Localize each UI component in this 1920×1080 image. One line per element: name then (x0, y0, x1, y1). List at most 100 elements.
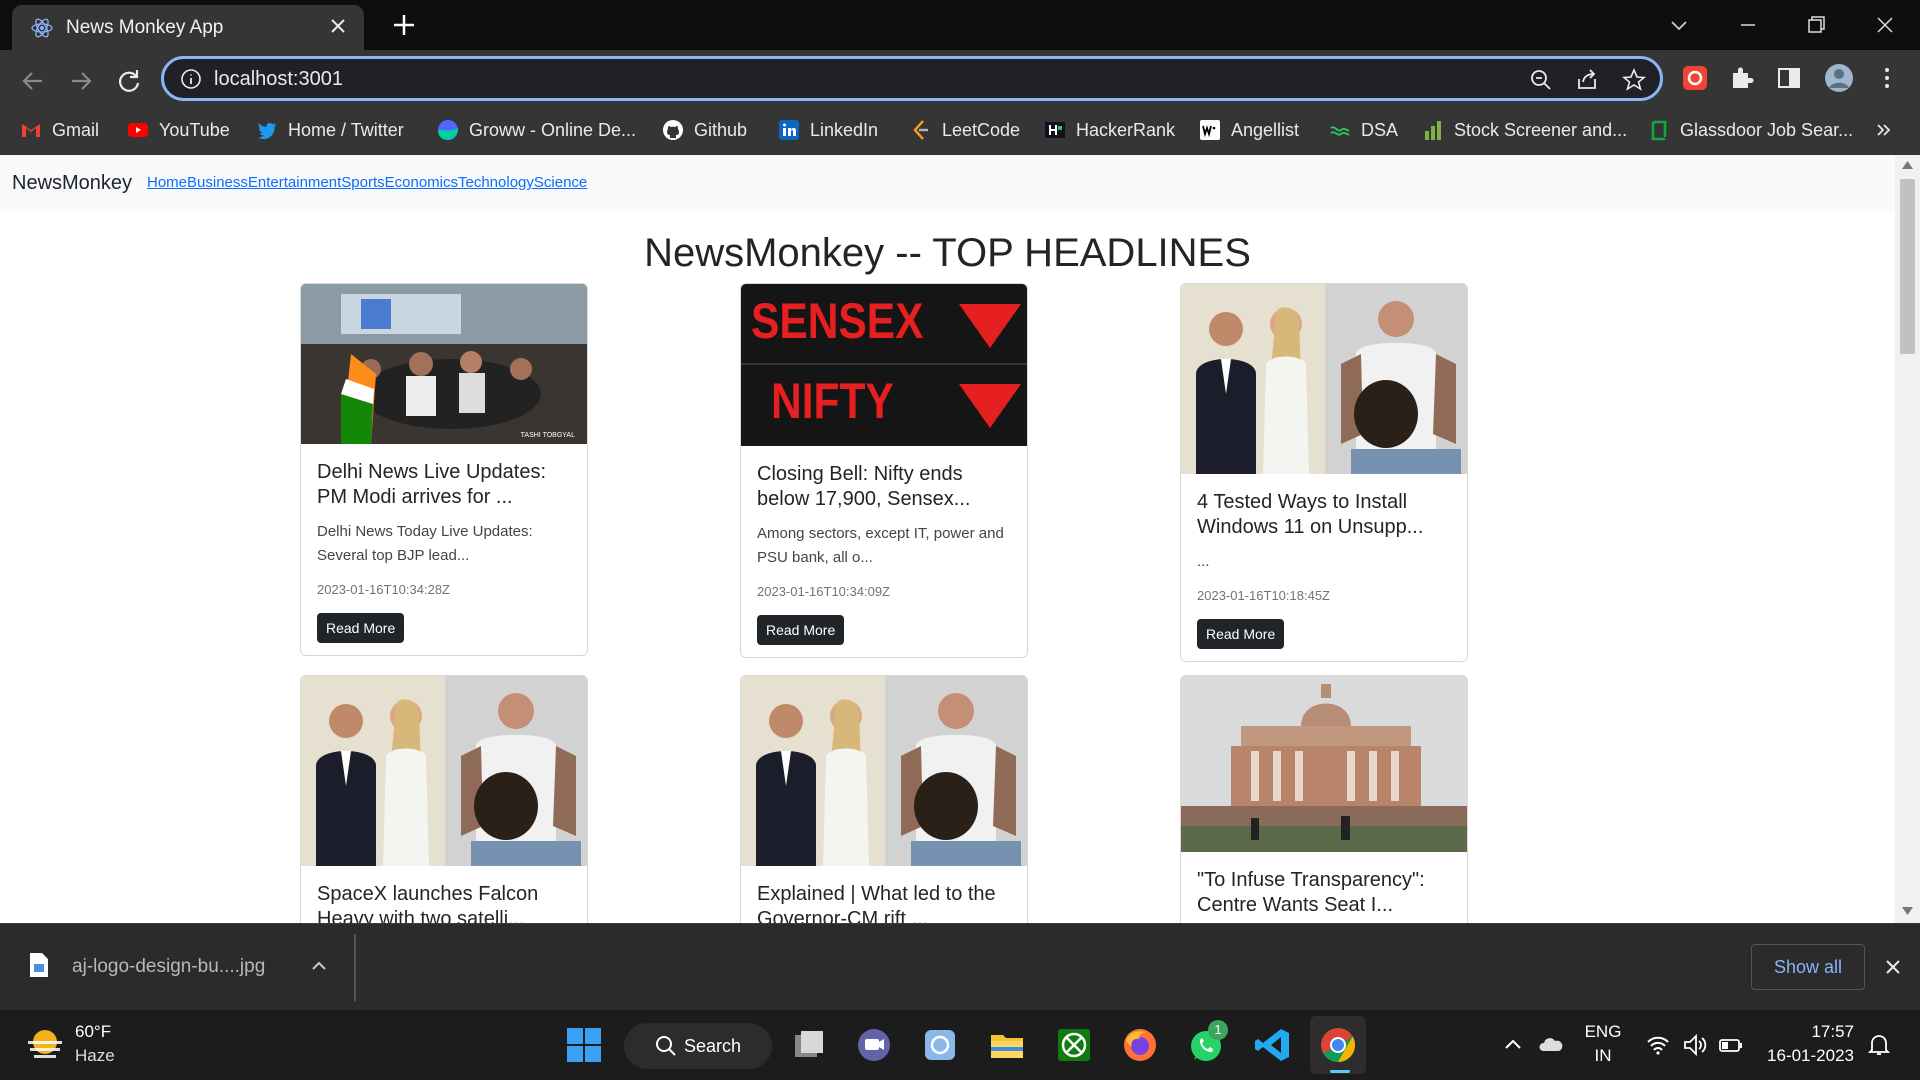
minimize-icon[interactable] (1733, 10, 1763, 40)
taskbar-search[interactable]: Search (624, 1023, 772, 1069)
chevron-up-icon[interactable] (1500, 1032, 1526, 1058)
bookmark-gmail[interactable]: Gmail (20, 116, 99, 144)
site-info-icon[interactable] (180, 68, 202, 90)
page-scrollbar[interactable] (1895, 155, 1920, 923)
page-viewport: NewsMonkey Home Business Entertainment S… (0, 155, 1920, 923)
scroll-down-icon[interactable] (1902, 907, 1913, 915)
firefox-icon[interactable] (1120, 1025, 1160, 1065)
teams-chat-icon[interactable] (854, 1025, 894, 1065)
bookmark-label: LinkedIn (810, 119, 879, 140)
news-image: SENSEX NIFTY (741, 284, 1027, 446)
extension-red-icon[interactable] (1680, 63, 1710, 93)
tab-search-icon[interactable] (1664, 10, 1694, 40)
nav-link-business[interactable]: Business (187, 174, 248, 191)
language-region[interactable]: IN (1582, 1046, 1624, 1066)
nav-link-economics[interactable]: Economics (385, 174, 458, 191)
windows-taskbar: 60°F Haze Search 1 ENG IN 17:57 16-01-20… (0, 1010, 1920, 1080)
new-tab-icon[interactable] (390, 11, 418, 39)
close-window-icon[interactable] (1870, 10, 1900, 40)
twitter-icon (258, 123, 276, 140)
navbar-brand[interactable]: NewsMonkey (12, 172, 132, 195)
bookmark-hackerrank[interactable]: HackerRank (1044, 116, 1175, 144)
vscode-icon[interactable] (1253, 1025, 1293, 1065)
extensions-puzzle-icon[interactable] (1727, 63, 1757, 93)
bookmark-dsa[interactable]: DSA (1329, 116, 1398, 144)
notification-bell-icon[interactable] (1866, 1032, 1892, 1058)
browser-tab[interactable]: News Monkey App (12, 5, 364, 50)
clock-time[interactable]: 17:57 (1762, 1022, 1854, 1042)
bookmark-stock-screener[interactable]: Stock Screener and... (1422, 116, 1627, 144)
volume-icon[interactable] (1682, 1032, 1708, 1058)
nav-link-science[interactable]: Science (534, 174, 587, 191)
address-bar[interactable]: localhost:3001 (161, 56, 1663, 101)
restore-icon[interactable] (1801, 10, 1831, 40)
weather-temperature[interactable]: 60°F (75, 1022, 111, 1042)
read-more-button[interactable]: Read More (317, 613, 405, 643)
read-more-button[interactable]: Read More (757, 615, 845, 645)
download-file-name[interactable]: aj-logo-design-bu....jpg (72, 956, 265, 978)
scroll-thumb[interactable] (1900, 179, 1915, 354)
news-card: Explained | What led to the Governor-CM … (740, 675, 1028, 923)
bookmark-groww[interactable]: Groww - Online De... (437, 116, 636, 144)
clock-date[interactable]: 16-01-2023 (1762, 1046, 1854, 1066)
scroll-up-icon[interactable] (1902, 161, 1913, 169)
chrome-icon[interactable] (1318, 1025, 1358, 1065)
news-image (1181, 284, 1467, 474)
url-text[interactable]: localhost:3001 (214, 68, 343, 91)
share-icon[interactable] (1574, 67, 1600, 93)
windows-start-icon[interactable] (564, 1025, 604, 1065)
haze-weather-icon[interactable] (26, 1028, 64, 1062)
read-more-button[interactable]: Read More (1197, 619, 1285, 649)
nav-link-technology[interactable]: Technology (458, 174, 534, 191)
language-indicator[interactable]: ENG (1582, 1022, 1624, 1042)
nav-link-sports[interactable]: Sports (341, 174, 384, 191)
reload-icon[interactable] (112, 64, 146, 98)
bookmark-label: Groww - Online De... (469, 119, 637, 140)
bookmark-angellist[interactable]: Angellist (1199, 116, 1299, 144)
close-tab-icon[interactable] (326, 14, 350, 38)
news-image: TASHI TOBGYAL (301, 284, 587, 444)
bookmark-label: LeetCode (942, 119, 1021, 140)
nav-link-entertainment[interactable]: Entertainment (248, 174, 341, 191)
side-panel-icon[interactable] (1774, 63, 1804, 93)
forward-icon[interactable] (64, 64, 98, 98)
news-card: SENSEX NIFTY Closing Bell: Nifty ends be… (740, 283, 1028, 658)
profile-avatar[interactable] (1824, 63, 1854, 93)
bookmark-leetcode[interactable]: LeetCode (910, 116, 1020, 144)
widgets-app-icon[interactable] (920, 1025, 960, 1065)
bookmark-youtube[interactable]: YouTube (127, 116, 230, 144)
sensex-label: SENSEX (751, 293, 924, 349)
nav-link-home[interactable]: Home (147, 174, 187, 191)
bookmark-linkedin[interactable]: LinkedIn (778, 116, 878, 144)
bookmark-github[interactable]: Github (662, 116, 747, 144)
news-image (1181, 676, 1467, 852)
react-icon (31, 18, 53, 38)
more-bookmarks-icon[interactable] (1873, 120, 1893, 140)
angellist-icon (1200, 120, 1220, 140)
groww-icon (438, 120, 458, 140)
weather-description[interactable]: Haze (75, 1046, 115, 1066)
onedrive-cloud-icon[interactable] (1538, 1032, 1564, 1058)
show-all-button[interactable]: Show all (1751, 944, 1865, 990)
zoom-icon[interactable] (1528, 67, 1554, 93)
battery-icon[interactable] (1718, 1032, 1744, 1058)
chevron-up-icon[interactable] (309, 956, 329, 976)
chrome-menu-icon[interactable] (1872, 63, 1902, 93)
bookmark-twitter[interactable]: Home / Twitter (256, 116, 404, 144)
news-card: "To Infuse Transparency": Centre Wants S… (1180, 675, 1468, 923)
active-indicator (1330, 1070, 1350, 1073)
bookmark-label: Home / Twitter (288, 119, 404, 140)
wifi-icon[interactable] (1645, 1032, 1671, 1058)
hackerrank-icon (1045, 122, 1065, 138)
xbox-icon[interactable] (1054, 1025, 1094, 1065)
bookmark-glassdoor[interactable]: Glassdoor Job Sear... (1648, 116, 1853, 144)
file-explorer-icon[interactable] (987, 1025, 1027, 1065)
bookmark-star-icon[interactable] (1621, 67, 1647, 93)
bookmark-label: Angellist (1231, 119, 1300, 140)
task-view-icon[interactable] (789, 1025, 829, 1065)
card-description: ... (1197, 553, 1210, 570)
close-downloads-icon[interactable] (1882, 956, 1904, 978)
leetcode-icon (913, 120, 928, 140)
news-image (741, 676, 1027, 866)
back-icon[interactable] (16, 64, 50, 98)
